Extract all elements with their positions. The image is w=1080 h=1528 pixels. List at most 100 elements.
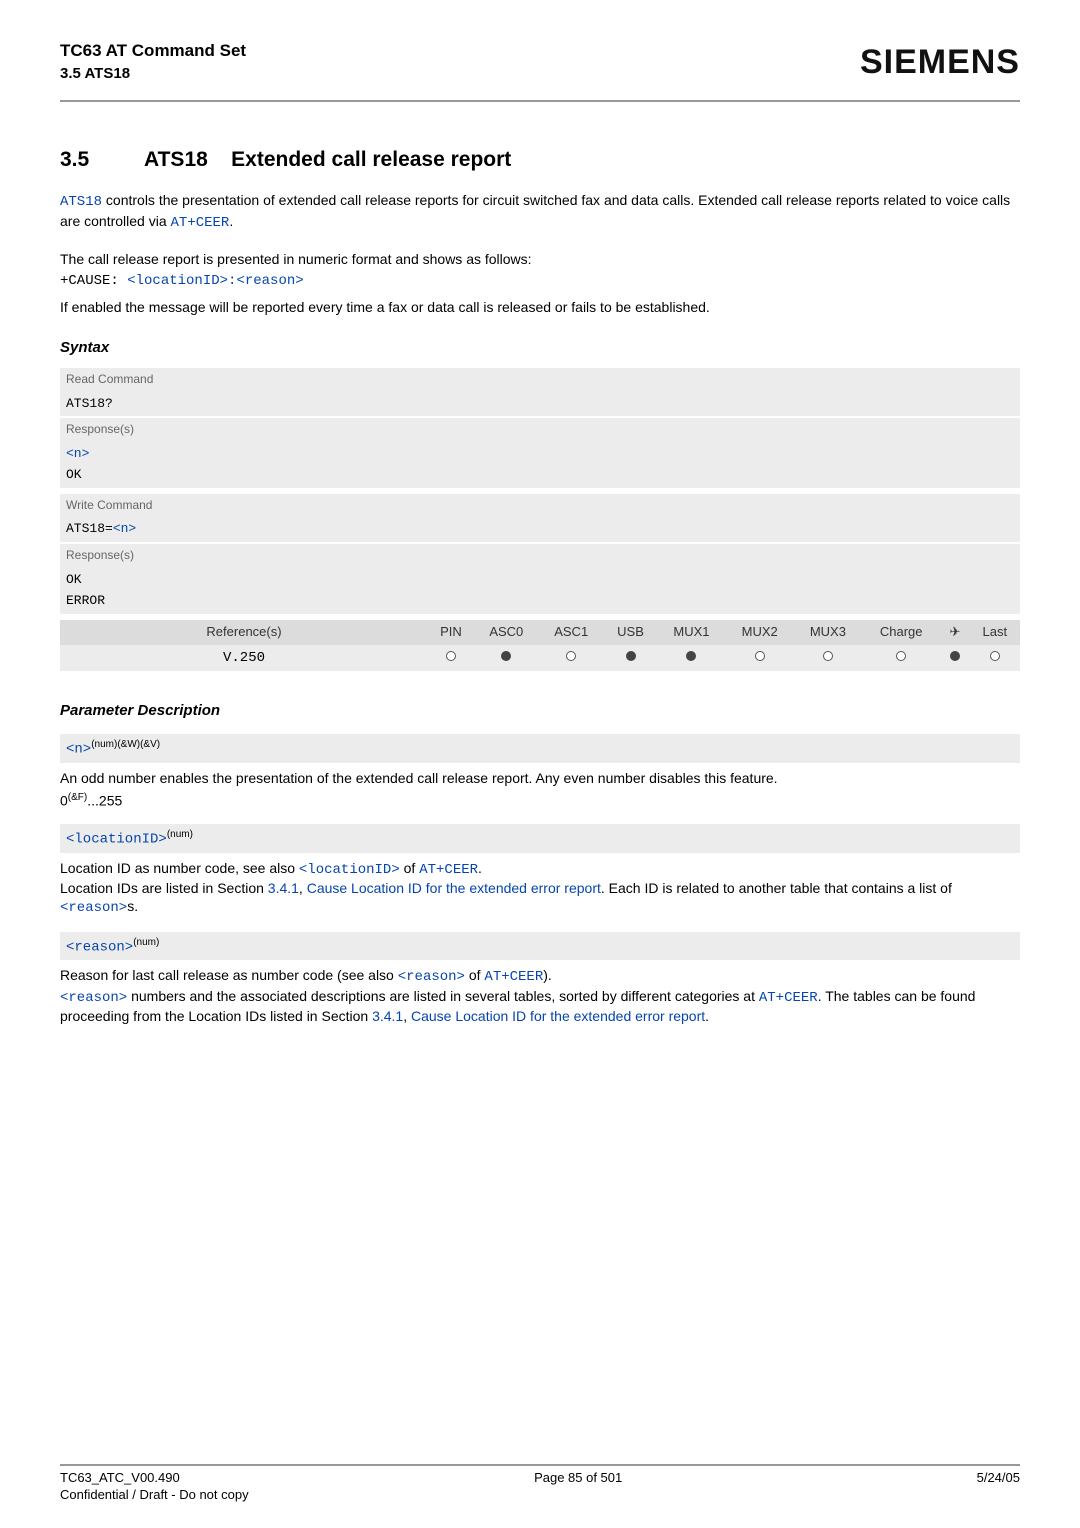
footer-page: Page 85 of 501 bbox=[534, 1470, 622, 1487]
cause-prefix: +CAUSE: bbox=[60, 273, 119, 289]
dot-mux2 bbox=[726, 645, 794, 671]
intro-para-1: ATS18 controls the presentation of exten… bbox=[60, 191, 1020, 231]
intro-dot: . bbox=[229, 213, 233, 229]
brand-logo: SIEMENS bbox=[860, 40, 1020, 84]
link-reason[interactable]: <reason> bbox=[60, 990, 127, 1006]
filled-dot-icon bbox=[686, 651, 696, 661]
read-command: ATS18? bbox=[60, 392, 1020, 417]
read-response-ok: OK bbox=[60, 467, 1020, 488]
write-response-ok: OK bbox=[60, 568, 1020, 593]
col-usb: USB bbox=[604, 620, 658, 645]
read-command-label: Read Command bbox=[60, 368, 1020, 392]
section-title-text: ATS18 Extended call release report bbox=[144, 146, 511, 173]
footer-date: 5/24/05 bbox=[977, 1470, 1020, 1487]
dot-pin bbox=[428, 645, 474, 671]
header-rule bbox=[60, 100, 1020, 102]
link-section-341[interactable]: 3.4.1 bbox=[268, 880, 299, 896]
param-n-box: <n>(num)(&W)(&V) bbox=[60, 734, 1020, 763]
cause-line: +CAUSE: <locationID>:<reason> bbox=[60, 272, 1020, 290]
col-asc1: ASC1 bbox=[539, 620, 604, 645]
param-n-range: 0(&F)...255 bbox=[60, 791, 1020, 810]
param-location-box: <locationID>(num) bbox=[60, 824, 1020, 853]
reason-text: ). bbox=[543, 967, 552, 983]
link-atceer[interactable]: AT+CEER bbox=[419, 862, 478, 878]
param-reason-tag: <reason> bbox=[66, 939, 133, 955]
write-command-group: Write Command ATS18=<n> Response(s) OK E… bbox=[60, 494, 1020, 614]
param-n-tag: <n> bbox=[66, 742, 91, 758]
param-n-range-a: 0 bbox=[60, 793, 68, 809]
open-dot-icon bbox=[896, 651, 906, 661]
param-reason-sup: (num) bbox=[133, 937, 159, 948]
syntax-heading: Syntax bbox=[60, 338, 1020, 358]
filled-dot-icon bbox=[626, 651, 636, 661]
param-n-sup: (num)(&W)(&V) bbox=[91, 739, 160, 750]
col-last: Last bbox=[970, 620, 1020, 645]
write-command-pre: ATS18= bbox=[66, 521, 113, 536]
dot-usb bbox=[604, 645, 658, 671]
section-rest: Extended call release report bbox=[231, 148, 511, 171]
reference-header: Reference(s) PIN ASC0 ASC1 USB MUX1 MUX2… bbox=[60, 620, 1020, 645]
loc-text: of bbox=[400, 860, 419, 876]
col-pin: PIN bbox=[428, 620, 474, 645]
write-command-n: <n> bbox=[113, 521, 136, 536]
loc-text: . Each ID is related to another table th… bbox=[601, 880, 952, 896]
doc-title: TC63 AT Command Set bbox=[60, 40, 246, 62]
param-n-range-b: ...255 bbox=[87, 793, 122, 809]
read-command-group: Read Command ATS18? Response(s) <n> OK bbox=[60, 368, 1020, 488]
reference-table: Reference(s) PIN ASC0 ASC1 USB MUX1 MUX2… bbox=[60, 620, 1020, 671]
footer-row-1: TC63_ATC_V00.490 Page 85 of 501 5/24/05 bbox=[60, 1470, 1020, 1487]
reason-text: , bbox=[403, 1008, 411, 1024]
link-locationid[interactable]: <locationID> bbox=[299, 862, 400, 878]
cause-reason[interactable]: <reason> bbox=[236, 273, 303, 289]
dot-asc0 bbox=[474, 645, 539, 671]
doc-subtitle: 3.5 ATS18 bbox=[60, 64, 246, 84]
link-atceer[interactable]: AT+CEER bbox=[171, 215, 230, 231]
param-location-sup: (num) bbox=[167, 829, 193, 840]
filled-dot-icon bbox=[501, 651, 511, 661]
loc-text: , bbox=[299, 880, 307, 896]
param-reason-desc: Reason for last call release as number c… bbox=[60, 966, 1020, 1025]
link-reason[interactable]: <reason> bbox=[60, 900, 127, 916]
write-command: ATS18=<n> bbox=[60, 517, 1020, 542]
loc-text: s. bbox=[127, 898, 138, 914]
open-dot-icon bbox=[446, 651, 456, 661]
loc-text: Location ID as number code, see also bbox=[60, 860, 299, 876]
link-reason[interactable]: <reason> bbox=[398, 969, 465, 985]
link-ats18[interactable]: ATS18 bbox=[60, 194, 102, 210]
link-cause-location[interactable]: Cause Location ID for the extended error… bbox=[307, 880, 601, 896]
dot-mux1 bbox=[657, 645, 725, 671]
link-section-341[interactable]: 3.4.1 bbox=[372, 1008, 403, 1024]
syntax-block: Read Command ATS18? Response(s) <n> OK W… bbox=[60, 368, 1020, 671]
reference-row: V.250 bbox=[60, 645, 1020, 671]
section-heading: 3.5 ATS18 Extended call release report bbox=[60, 146, 1020, 173]
link-cause-location[interactable]: Cause Location ID for the extended error… bbox=[411, 1008, 705, 1024]
header-left: TC63 AT Command Set 3.5 ATS18 bbox=[60, 40, 246, 84]
param-desc-heading: Parameter Description bbox=[60, 701, 1020, 721]
filled-dot-icon bbox=[950, 651, 960, 661]
cause-location[interactable]: <locationID> bbox=[127, 273, 228, 289]
link-atceer[interactable]: AT+CEER bbox=[759, 990, 818, 1006]
page-footer: TC63_ATC_V00.490 Page 85 of 501 5/24/05 … bbox=[60, 1464, 1020, 1504]
link-atceer[interactable]: AT+CEER bbox=[484, 969, 543, 985]
param-reason-box: <reason>(num) bbox=[60, 932, 1020, 961]
col-mux1: MUX1 bbox=[657, 620, 725, 645]
param-n-range-sup: (&F) bbox=[68, 792, 87, 803]
open-dot-icon bbox=[990, 651, 1000, 661]
loc-text: . bbox=[478, 860, 482, 876]
section-number: 3.5 bbox=[60, 146, 144, 173]
dot-charge bbox=[862, 645, 940, 671]
reference-value: V.250 bbox=[60, 645, 428, 671]
response-label: Response(s) bbox=[60, 416, 1020, 442]
open-dot-icon bbox=[566, 651, 576, 661]
write-response-label: Response(s) bbox=[60, 542, 1020, 568]
param-location-desc: Location ID as number code, see also <lo… bbox=[60, 859, 1020, 918]
dot-air bbox=[940, 645, 969, 671]
footer-confidential: Confidential / Draft - Do not copy bbox=[60, 1487, 1020, 1504]
loc-text: Location IDs are listed in Section bbox=[60, 880, 268, 896]
reason-text: numbers and the associated descriptions … bbox=[127, 988, 759, 1004]
reason-text: . bbox=[705, 1008, 709, 1024]
read-response-n: <n> bbox=[60, 442, 1020, 467]
footer-doc: TC63_ATC_V00.490 bbox=[60, 1470, 180, 1487]
write-response-error: ERROR bbox=[60, 593, 1020, 614]
dot-asc1 bbox=[539, 645, 604, 671]
